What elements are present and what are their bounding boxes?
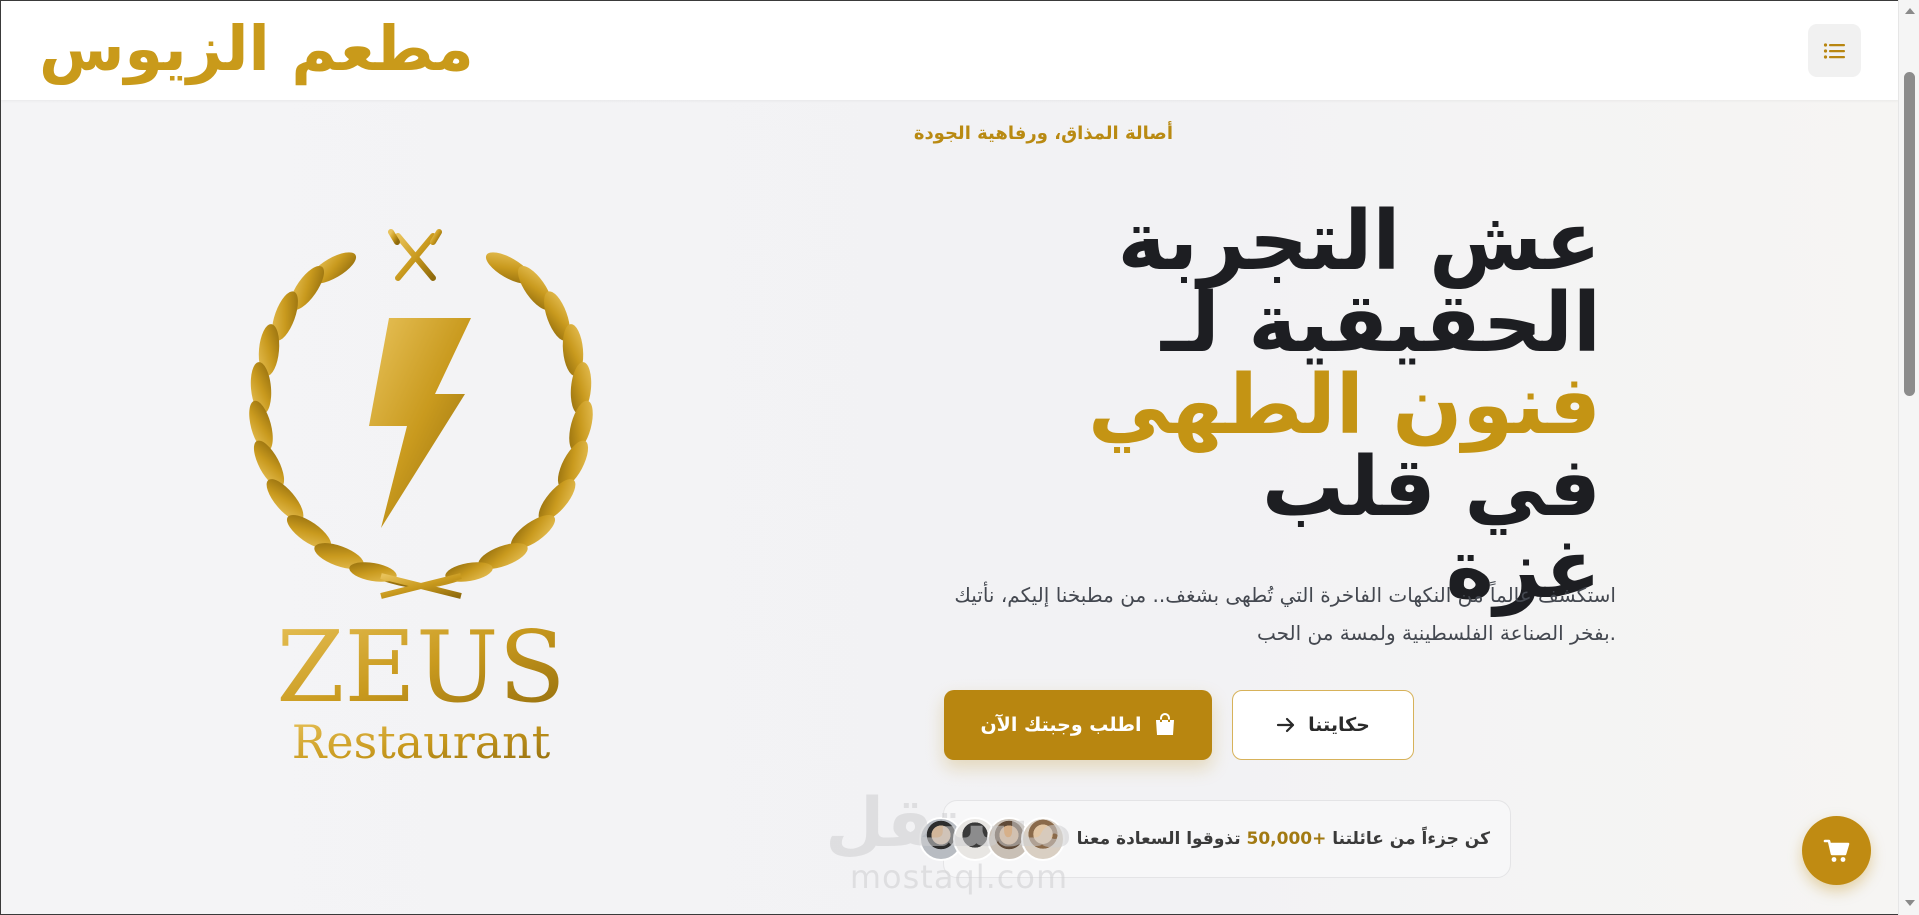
- scroll-thumb[interactable]: [1904, 72, 1915, 396]
- hero-description: استكشف عالماً من النكهات الفاخرة التي تُ…: [931, 576, 1616, 652]
- avatar-group: [918, 817, 1065, 861]
- scroll-down-arrow[interactable]: [1905, 900, 1915, 906]
- headline-highlight: فنون الطهي: [1088, 358, 1601, 453]
- social-proof-tail: تذوقوا السعادة معنا: [1076, 829, 1241, 849]
- social-proof-lead: كن جزءاً من عائلتنا: [1332, 829, 1490, 849]
- avatar: [1020, 817, 1065, 861]
- restaurant-logo: ZEUS Restaurant: [221, 226, 621, 781]
- description-line-2: .بفخر الصناعة الفلسطينية ولمسة من الحب: [1256, 621, 1616, 645]
- cart-icon: [1823, 839, 1849, 862]
- description-line-1: استكشف عالماً من النكهات الفاخرة التي تُ…: [954, 583, 1616, 607]
- headline-line-2: الحقيقية لـ: [1160, 276, 1601, 371]
- page: مطعم الزيوس ZEUS Restaurant أصالة المذاق…: [0, 0, 1919, 915]
- our-story-button[interactable]: حكايتنا: [1232, 690, 1414, 760]
- customer-count: +50,000: [1246, 829, 1327, 849]
- brand-title[interactable]: مطعم الزيوس: [39, 5, 474, 93]
- page-scrollbar[interactable]: [1898, 0, 1919, 915]
- hero-headline: عش التجربة الحقيقية لـ فنون الطهي في قلب…: [961, 201, 1601, 611]
- social-proof-text: كن جزءاً من عائلتنا +50,000 تذوقوا السعا…: [1077, 829, 1490, 849]
- logo-subtitle: Restaurant: [292, 715, 551, 769]
- social-proof-card: كن جزءاً من عائلتنا +50,000 تذوقوا السعا…: [918, 800, 1511, 878]
- order-now-button[interactable]: اطلب وجبتك الآن: [944, 690, 1212, 760]
- hero-tagline: أصالة المذاق، ورفاهية الجودة: [913, 123, 1173, 144]
- headline-line-3: في قلب: [1261, 440, 1601, 535]
- our-story-label: حكايتنا: [1308, 714, 1370, 736]
- list-icon: [1823, 42, 1845, 59]
- arrow-right-icon: [1277, 717, 1295, 733]
- logo-wordmark: ZEUS: [276, 611, 565, 725]
- lightning-icon: [369, 318, 471, 528]
- fork-knife-icon: [388, 229, 442, 281]
- scroll-up-arrow[interactable]: [1905, 8, 1915, 14]
- menu-button[interactable]: [1808, 24, 1861, 77]
- floating-cart-button[interactable]: [1802, 816, 1871, 885]
- headline-line-1: عش التجربة: [1117, 194, 1601, 289]
- order-now-label: اطلب وجبتك الآن: [980, 714, 1142, 736]
- top-navbar: مطعم الزيوس: [1, 1, 1899, 100]
- shopping-bag-icon: [1155, 713, 1174, 735]
